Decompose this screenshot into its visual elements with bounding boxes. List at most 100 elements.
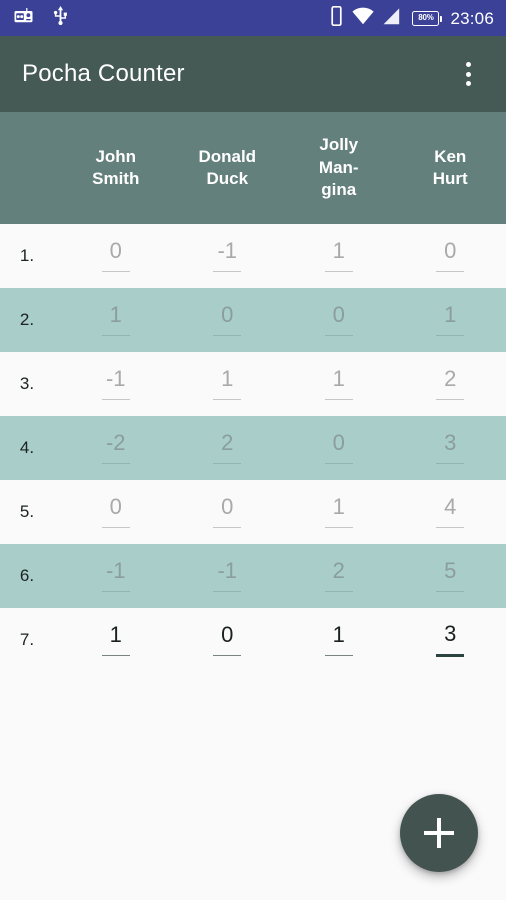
- overflow-dot: [465, 81, 471, 86]
- score-value: 0: [221, 493, 234, 519]
- score-underline-focused: [436, 653, 465, 658]
- score-cell[interactable]: -1: [172, 559, 284, 593]
- score-cell[interactable]: 4: [395, 493, 506, 529]
- score-underline: [324, 654, 353, 657]
- score-value: 0: [332, 429, 345, 455]
- score-value: -1: [105, 365, 126, 391]
- score-cell[interactable]: 1: [60, 623, 172, 657]
- score-cell[interactable]: 1: [395, 303, 506, 337]
- column-header-player-3[interactable]: Jolly Man- gina: [283, 134, 395, 201]
- battery-icon: 80%: [412, 10, 443, 26]
- row-number-label: 6.: [19, 566, 35, 585]
- score-cell[interactable]: 1: [60, 301, 172, 337]
- score-value: 0: [221, 301, 234, 327]
- row-number-label: 4.: [19, 438, 35, 457]
- score-underline: [324, 398, 353, 401]
- score-underline: [213, 590, 242, 593]
- score-cell[interactable]: 1: [283, 237, 395, 273]
- score-cell[interactable]: 0: [172, 301, 284, 337]
- add-round-button[interactable]: [400, 794, 478, 872]
- score-underline: [101, 654, 130, 657]
- score-value: 1: [332, 621, 345, 647]
- score-underline: [436, 462, 465, 465]
- column-header-player-2[interactable]: Donald Duck: [172, 146, 284, 191]
- table-row[interactable]: 1. 0 -1 1 0: [0, 224, 506, 288]
- score-value: 0: [221, 621, 234, 647]
- score-cell[interactable]: 1: [172, 365, 284, 401]
- signal-icon: [383, 7, 403, 30]
- score-value: -1: [105, 557, 126, 583]
- overflow-dot: [465, 62, 471, 67]
- players-header-row: John Smith Donald Duck Jolly Man- gina K…: [0, 112, 506, 224]
- score-underline: [101, 398, 130, 401]
- row-number-label: 3.: [19, 374, 35, 393]
- score-cell[interactable]: -1: [60, 365, 172, 401]
- battery-percent-label: 80%: [418, 13, 434, 22]
- score-cell[interactable]: -1: [60, 557, 172, 593]
- score-cell[interactable]: 1: [283, 367, 395, 401]
- score-cell[interactable]: 0: [60, 239, 172, 273]
- clock-label: 23:06: [450, 8, 494, 28]
- status-bar: 80% 23:06: [0, 0, 506, 36]
- score-cell[interactable]: 2: [283, 557, 395, 593]
- radio-icon: [14, 8, 33, 28]
- score-value: 1: [221, 365, 234, 391]
- table-row-active[interactable]: 7. 1 0 1 3: [0, 608, 506, 672]
- score-underline: [213, 270, 242, 273]
- score-cell[interactable]: -1: [172, 237, 284, 273]
- row-number-label: 7.: [19, 630, 35, 649]
- table-row[interactable]: 3. -1 1 1 2: [0, 352, 506, 416]
- column-header-player-1[interactable]: John Smith: [60, 146, 172, 191]
- page-title: Pocha Counter: [22, 60, 185, 87]
- score-underline: [324, 334, 353, 337]
- score-cell-focused[interactable]: 3: [395, 622, 506, 658]
- score-value: 1: [332, 237, 345, 263]
- row-number-label: 5.: [19, 502, 35, 521]
- overflow-menu-icon[interactable]: [446, 52, 490, 96]
- overflow-dot: [465, 71, 471, 77]
- score-underline: [101, 334, 130, 337]
- score-underline: [324, 590, 353, 593]
- score-cell[interactable]: 2: [172, 429, 284, 465]
- score-value: 5: [444, 557, 457, 583]
- score-value: 2: [221, 429, 234, 455]
- score-cell[interactable]: 0: [60, 493, 172, 529]
- row-number-label: 1.: [19, 246, 35, 265]
- score-cell[interactable]: 0: [395, 237, 506, 273]
- app-root: 80% 23:06 Pocha Counter John Smith Donal…: [0, 0, 506, 900]
- column-header-player-4[interactable]: Ken Hurt: [395, 146, 506, 191]
- score-value: 2: [332, 557, 345, 583]
- score-cell[interactable]: 0: [172, 493, 284, 529]
- row-number-label: 2.: [19, 310, 35, 329]
- score-cell[interactable]: 0: [283, 429, 395, 465]
- score-underline: [324, 462, 353, 465]
- score-cell[interactable]: 1: [283, 495, 395, 529]
- score-cell[interactable]: -2: [60, 431, 172, 465]
- plus-icon: [437, 818, 441, 848]
- score-underline: [213, 398, 242, 401]
- score-cell[interactable]: 5: [395, 557, 506, 593]
- score-value: 4: [444, 493, 457, 519]
- table-row[interactable]: 2. 1 0 0 1: [0, 288, 506, 352]
- score-underline: [101, 270, 130, 273]
- score-underline: [436, 590, 465, 593]
- score-value: 0: [444, 237, 457, 263]
- score-underline: [436, 398, 465, 401]
- score-value: 0: [109, 493, 122, 519]
- status-bar-left-icons: [14, 6, 68, 30]
- table-row[interactable]: 6. -1 -1 2 5: [0, 544, 506, 608]
- score-value: 1: [109, 301, 122, 327]
- score-cell[interactable]: 0: [172, 621, 284, 657]
- score-cell[interactable]: 2: [395, 367, 506, 401]
- score-underline: [436, 334, 465, 337]
- table-row[interactable]: 5. 0 0 1 4: [0, 480, 506, 544]
- score-cell[interactable]: 3: [395, 431, 506, 465]
- score-table-body: 1. 0 -1 1 0 2. 1 0 0 1 3. -1 1 1 2 4. -2…: [0, 224, 506, 672]
- score-underline: [324, 526, 353, 529]
- score-cell[interactable]: 0: [283, 303, 395, 337]
- table-row[interactable]: 4. -2 2 0 3: [0, 416, 506, 480]
- score-underline: [101, 526, 130, 529]
- score-value: -1: [217, 237, 238, 263]
- score-underline: [213, 462, 242, 465]
- score-cell[interactable]: 1: [283, 621, 395, 657]
